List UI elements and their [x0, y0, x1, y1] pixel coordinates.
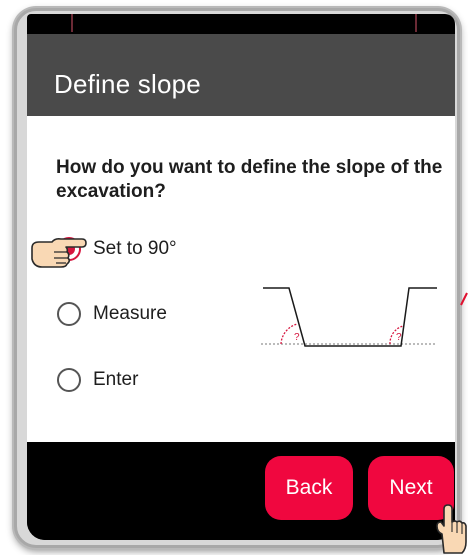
option-label: Set to 90°: [93, 238, 177, 259]
radio-button[interactable]: [57, 368, 81, 392]
left-angle-marker: ?: [294, 332, 300, 343]
option-measure[interactable]: Measure: [57, 299, 167, 329]
excavation-profile: [263, 287, 437, 347]
app-screen: Define slope How do you want to define t…: [27, 14, 455, 540]
option-label: Enter: [93, 369, 139, 390]
dialog-title: Define slope: [54, 69, 201, 99]
right-angle-marker: ?: [396, 332, 402, 343]
background-divider: [71, 14, 73, 32]
back-button[interactable]: Back: [265, 456, 353, 520]
dialog-question: How do you want to define the slope of t…: [56, 157, 443, 202]
option-enter[interactable]: Enter: [57, 365, 138, 395]
red-arrow-mark: [460, 292, 468, 306]
dialog-header: Define slope: [27, 34, 455, 116]
dialog-body: How do you want to define the slope of t…: [27, 116, 455, 442]
dialog-footer: Back Next: [27, 442, 455, 540]
option-label: Measure: [93, 303, 167, 324]
pointing-up-hand-icon: [436, 504, 467, 554]
background-divider: [415, 14, 417, 32]
pointing-hand-icon: [31, 238, 87, 268]
radio-button[interactable]: [57, 302, 81, 326]
excavation-slope-diagram: ? ?: [261, 287, 437, 347]
